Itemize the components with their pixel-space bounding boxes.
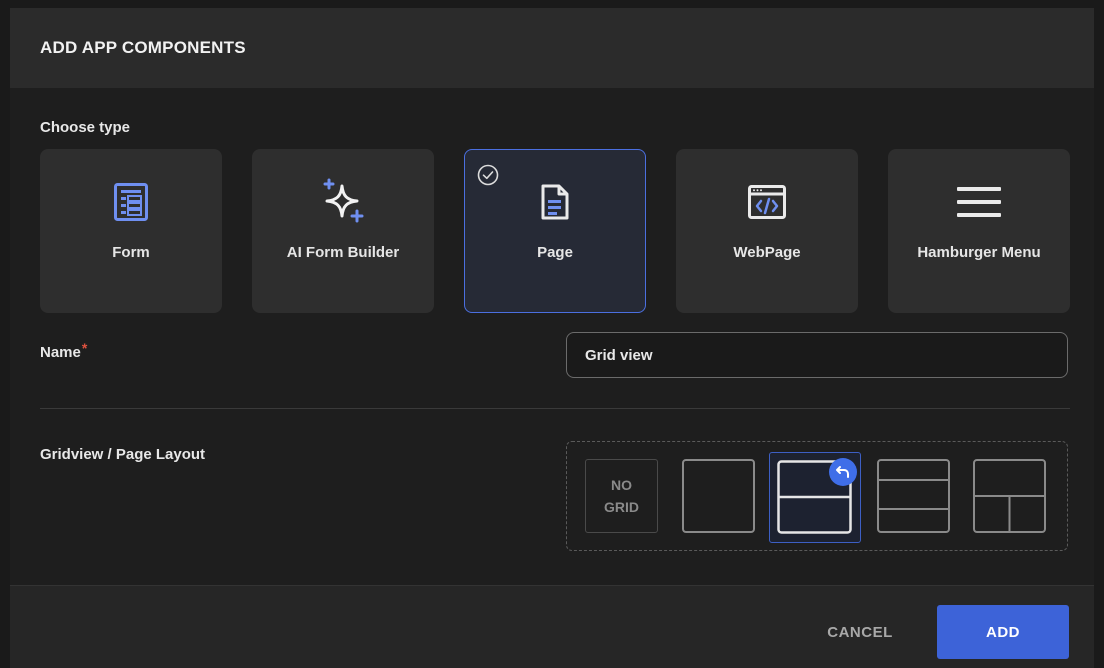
layout-option-no-grid[interactable]: NO GRID [585, 459, 658, 533]
single-grid-icon [682, 459, 755, 533]
type-card-label: Page [537, 244, 573, 261]
cancel-button[interactable]: CANCEL [800, 606, 920, 658]
page-icon [531, 178, 579, 226]
form-icon [107, 178, 155, 226]
dialog-title: ADD APP COMPONENTS [40, 38, 246, 57]
type-card-label: AI Form Builder [286, 244, 400, 261]
type-card-form[interactable]: Form [40, 149, 222, 313]
type-options: Form AI Form Builder Page WebPage Hambur… [40, 149, 1070, 313]
type-card-label: Form [112, 244, 150, 261]
layout-option-top-and-two-bottom[interactable] [973, 459, 1046, 533]
type-card-hamburger-menu[interactable]: Hamburger Menu [888, 149, 1070, 313]
layout-option-single[interactable] [682, 459, 755, 533]
dialog-footer: CANCEL ADD [10, 585, 1094, 668]
dialog-header: ADD APP COMPONENTS [10, 8, 1094, 88]
layout-label: Gridview / Page Layout [40, 446, 206, 463]
type-card-page[interactable]: Page [464, 149, 646, 313]
sparkle-icon [319, 178, 367, 226]
hamburger-icon [955, 178, 1003, 226]
undo-icon[interactable] [829, 458, 857, 486]
name-input[interactable] [566, 332, 1068, 378]
name-label-text: Name [40, 344, 81, 361]
name-label: Name* [40, 340, 87, 361]
type-card-label: Hamburger Menu [917, 244, 1041, 261]
check-circle-icon [477, 164, 499, 186]
add-button[interactable]: ADD [937, 605, 1069, 659]
three-rows-grid-icon [877, 459, 950, 533]
required-asterisk: * [81, 340, 88, 356]
add-app-components-dialog: ADD APP COMPONENTS Choose type Form AI F… [10, 8, 1094, 668]
choose-type-label: Choose type [40, 119, 131, 136]
type-card-label: WebPage [733, 244, 801, 261]
split-grid-icon [973, 459, 1046, 533]
section-divider [40, 408, 1070, 409]
type-card-webpage[interactable]: WebPage [676, 149, 858, 313]
no-grid-text-line1: NO [611, 477, 632, 493]
webpage-icon [743, 178, 791, 226]
type-card-ai-form-builder[interactable]: AI Form Builder [252, 149, 434, 313]
layout-options: NO GRID [566, 441, 1068, 551]
layout-option-three-rows[interactable] [877, 459, 950, 533]
no-grid-text-line2: GRID [604, 499, 639, 515]
